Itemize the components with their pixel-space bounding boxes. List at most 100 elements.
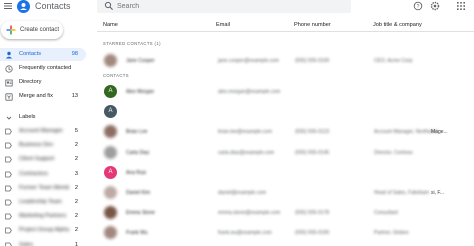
directory-icon <box>5 79 13 87</box>
contact-name: Daniel Kim <box>126 190 151 196</box>
contact-job: Account Manager, Northwind <box>374 129 439 136</box>
column-header-name[interactable]: Name <box>103 21 118 29</box>
sidebar-label-item[interactable]: Former Team Members 2 <box>0 181 86 195</box>
contact-row[interactable]: Carla Diaz carla.diaz@example.com (555) 55… <box>97 143 474 163</box>
contact-job-suffix: si, F... <box>431 190 445 196</box>
column-header-phone[interactable]: Phone number <box>294 21 331 29</box>
contact-email: frank.wu@example.com <box>218 230 272 237</box>
help-icon[interactable]: ? <box>413 1 423 11</box>
avatar <box>104 54 117 67</box>
sidebar-label-item[interactable]: Business Dev 2 <box>0 138 86 152</box>
avatar <box>104 145 117 159</box>
contact-row[interactable]: Daniel Kim daniel@example.com Head of Sale… <box>97 183 474 203</box>
contact-row[interactable]: Emma Stone emma.stone@example.com (555) 55… <box>97 203 474 223</box>
chevron-down-icon[interactable] <box>6 115 12 121</box>
avatar: A <box>104 85 117 98</box>
sidebar-item-contacts[interactable]: Contacts 98 <box>0 48 86 61</box>
sidebar-label-count: 2 <box>74 213 78 220</box>
label-tag-icon <box>5 128 12 135</box>
contact-email: carla.diaz@example.com <box>218 149 275 156</box>
apps-grid-icon[interactable] <box>456 1 466 11</box>
sidebar-label-item[interactable]: Marketing Partners 2 <box>0 209 86 223</box>
contact-job-suffix: Mage... <box>431 129 448 136</box>
sidebar-label-count: 2 <box>74 227 78 234</box>
create-contact-button[interactable]: Create contact <box>1 21 63 39</box>
contact-row[interactable]: A Ana Ruiz <box>97 163 474 183</box>
contact-name: Frank Wu <box>126 230 148 237</box>
contact-name: Alex Morgan <box>126 89 155 95</box>
sidebar-label-name: Business Dev <box>19 142 54 149</box>
search-input[interactable] <box>117 1 337 12</box>
avatar: A <box>104 165 117 179</box>
sidebar-item-frequently-contacted[interactable]: Frequently contacted <box>0 62 86 75</box>
contact-email: brian.lee@example.com <box>218 129 272 136</box>
sidebar-item-count: 98 <box>71 51 78 57</box>
create-contact-label: Create contact <box>20 27 60 33</box>
contact-row[interactable]: A <box>97 102 474 122</box>
sidebar-label-item[interactable]: Account Manager 5 <box>0 124 86 138</box>
sidebar-label-count: 2 <box>74 156 78 163</box>
sidebar-label-name: Account Manager <box>19 128 63 134</box>
menu-icon[interactable] <box>3 1 13 11</box>
contact-job: Director, Contoso <box>374 149 413 156</box>
contact-row[interactable]: Brian Lee brian.lee@example.com (555) 555-… <box>97 122 474 142</box>
contact-phone: (555) 555-0100 <box>295 58 330 64</box>
label-tag-icon <box>5 199 12 206</box>
sidebar-label-item[interactable]: Leadership Team 2 <box>0 195 86 209</box>
app-title: Contacts <box>35 1 71 11</box>
settings-icon[interactable] <box>430 1 440 11</box>
sidebar-label-item[interactable]: Client Support 2 <box>0 152 86 166</box>
labels-title: Labels <box>19 114 36 120</box>
sidebar-label-name: Sales <box>19 241 33 246</box>
contact-job: Partner, Globex <box>374 230 409 237</box>
sidebar-item-label: Merge and fix <box>19 93 53 99</box>
sidebar-item-directory[interactable]: Directory <box>0 76 86 89</box>
history-icon <box>5 65 13 73</box>
contact-name: Jane Cooper <box>126 58 155 64</box>
sidebar-label-name: Client Support <box>19 156 55 163</box>
sidebar-item-count: 13 <box>71 93 78 99</box>
sidebar-label-name: Project Group Alpha <box>19 227 69 234</box>
contact-row[interactable]: Jane Cooper jane.cooper@example.com (555) … <box>97 51 474 71</box>
top-app-bar: Contacts ? <box>0 0 474 14</box>
svg-text:?: ? <box>417 4 420 10</box>
sidebar-item-label: Frequently contacted <box>19 65 72 71</box>
labels-section-header[interactable]: Labels <box>0 112 86 123</box>
person-icon <box>5 51 13 59</box>
header-divider <box>97 31 474 32</box>
sidebar-label-count: 3 <box>74 170 78 177</box>
contact-row[interactable]: Frank Wu frank.wu@example.com (555) 555-01… <box>97 223 474 243</box>
contacts-logo-icon[interactable] <box>17 0 30 13</box>
sidebar-label-count: 1 <box>74 241 78 246</box>
contact-job: Consultant <box>374 210 398 217</box>
sidebar-label-count: 2 <box>74 199 78 205</box>
plus-icon <box>6 25 16 35</box>
label-tag-icon <box>5 185 12 192</box>
contact-phone: (555) 555-0145 <box>295 149 330 156</box>
sidebar-item-merge-and-fix[interactable]: Merge and fix 13 <box>0 90 86 103</box>
label-tag-icon <box>5 142 12 149</box>
avatar <box>104 226 117 240</box>
sidebar-label-name: Marketing Partners <box>19 213 67 220</box>
sidebar-label-count: 5 <box>74 128 78 134</box>
sidebar-label-name: Leadership Team <box>19 199 62 205</box>
sidebar-label-item[interactable]: Sales 1 <box>0 238 86 246</box>
sidebar-label-name: Contractors <box>19 170 48 177</box>
search-icon[interactable] <box>104 1 114 11</box>
contact-phone: (555) 555-0190 <box>295 230 330 237</box>
contact-phone: (555) 555-0123 <box>295 129 330 136</box>
contact-email: jane.cooper@example.com <box>218 58 279 64</box>
sidebar-label-item[interactable]: Contractors 3 <box>0 167 86 181</box>
merge-icon <box>5 93 13 101</box>
contact-email: daniel@example.com <box>218 190 267 196</box>
contact-row[interactable]: A Alex Morgan alex.morgan@example.com <box>97 82 474 102</box>
column-header-job[interactable]: Job title & company <box>373 21 422 29</box>
column-header-email[interactable]: Email <box>216 21 230 29</box>
sidebar-label-item[interactable]: Project Group Alpha 2 <box>0 223 86 237</box>
label-tag-icon <box>5 171 12 177</box>
avatar <box>104 206 117 220</box>
contact-name: Ana Ruiz <box>126 169 147 176</box>
contact-job: CEO, Acme Corp <box>374 58 413 64</box>
label-tag-icon <box>5 213 12 220</box>
label-tag-icon <box>5 228 12 234</box>
